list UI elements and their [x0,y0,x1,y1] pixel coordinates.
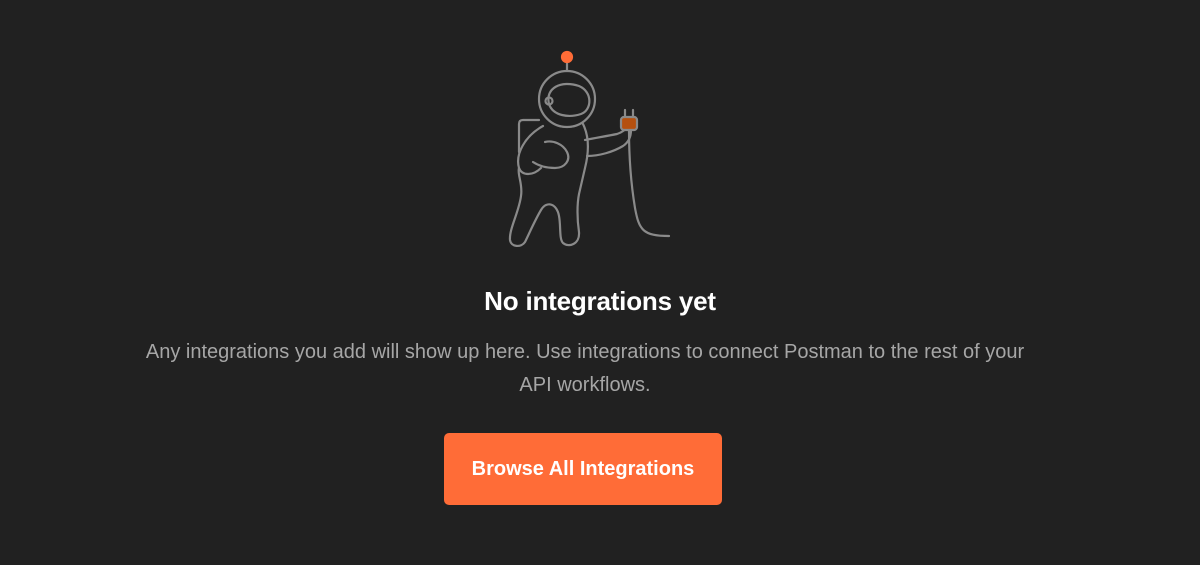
empty-state-title: No integrations yet [484,286,716,316]
browse-all-integrations-button[interactable]: Browse All Integrations [444,433,722,505]
astronaut-holding-plug-icon [508,50,671,247]
empty-state-description: Any integrations you add will show up he… [145,341,1025,396]
integrations-empty-state: No integrations yet Any integrations you… [0,0,1200,565]
